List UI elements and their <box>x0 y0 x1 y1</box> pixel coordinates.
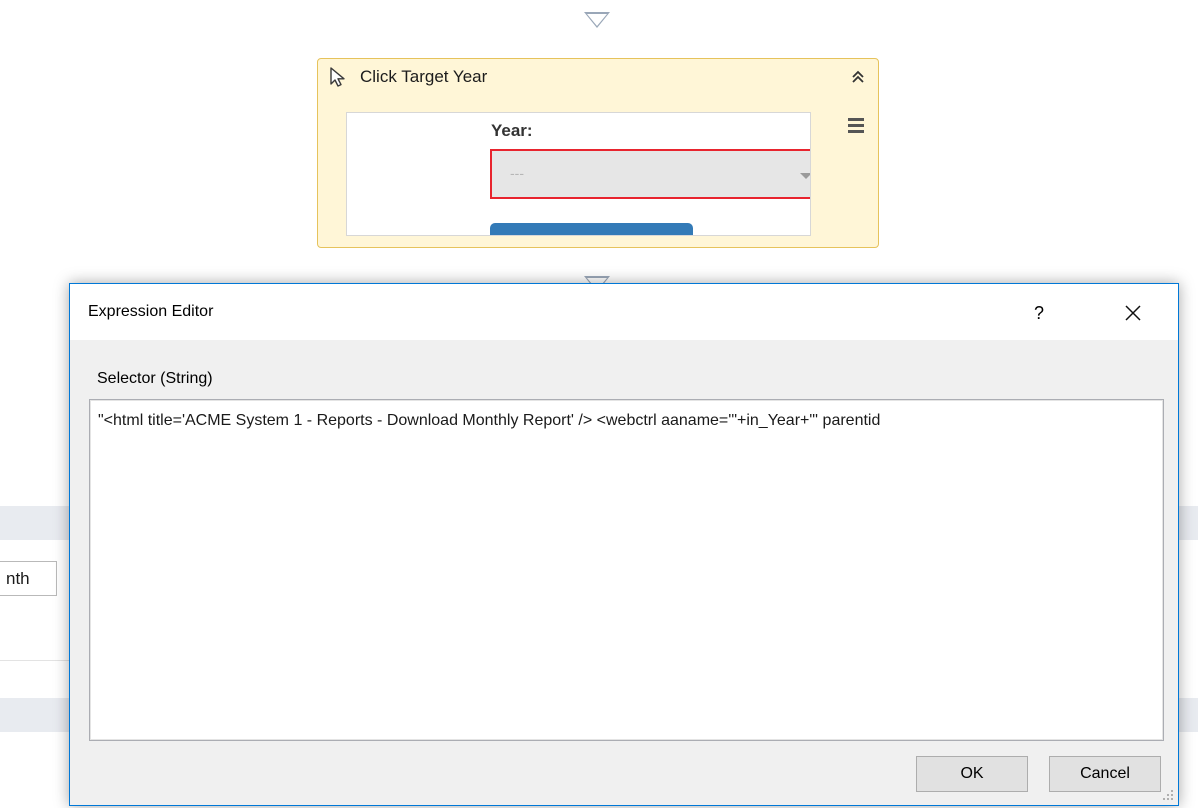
properties-section-bar-2 <box>0 698 69 732</box>
hamburger-menu-icon[interactable] <box>846 115 866 135</box>
preview-button <box>490 223 693 235</box>
activity-title: Click Target Year <box>360 67 488 86</box>
properties-input-partial[interactable]: nth <box>0 561 57 596</box>
cursor-pointer-icon <box>330 67 345 87</box>
expression-text: "<html title='ACME System 1 - Reports - … <box>98 412 881 429</box>
ok-button[interactable]: OK <box>916 756 1028 792</box>
help-button[interactable]: ? <box>1021 295 1057 331</box>
activity-header[interactable]: Click Target Year <box>318 59 878 95</box>
selector-field-label: Selector (String) <box>97 370 213 387</box>
preview-caret-icon <box>800 173 810 179</box>
preview-year-select: --- <box>490 149 810 199</box>
properties-divider <box>0 660 69 661</box>
double-chevron-up-icon[interactable] <box>850 69 866 85</box>
selector-preview: Year: --- <box>346 112 811 236</box>
preview-field-label: Year: <box>491 121 533 140</box>
cancel-button[interactable]: Cancel <box>1049 756 1161 792</box>
expression-textarea[interactable]: "<html title='ACME System 1 - Reports - … <box>89 399 1164 741</box>
dialog-titlebar[interactable]: Expression Editor ? <box>70 284 1178 340</box>
properties-section-bar-right <box>1179 506 1198 540</box>
properties-section-bar-2-right <box>1179 698 1198 732</box>
resize-grip-icon[interactable] <box>1162 789 1174 801</box>
click-activity-card[interactable]: Click Target Year Year: --- <box>317 58 879 248</box>
preview-select-value: --- <box>510 165 524 181</box>
close-icon[interactable] <box>1115 295 1151 331</box>
flow-arrow-top-icon <box>584 12 610 28</box>
expression-editor-dialog: Expression Editor ? Selector (String) "<… <box>69 283 1179 806</box>
properties-section-bar <box>0 506 69 540</box>
dialog-title: Expression Editor <box>88 303 214 320</box>
